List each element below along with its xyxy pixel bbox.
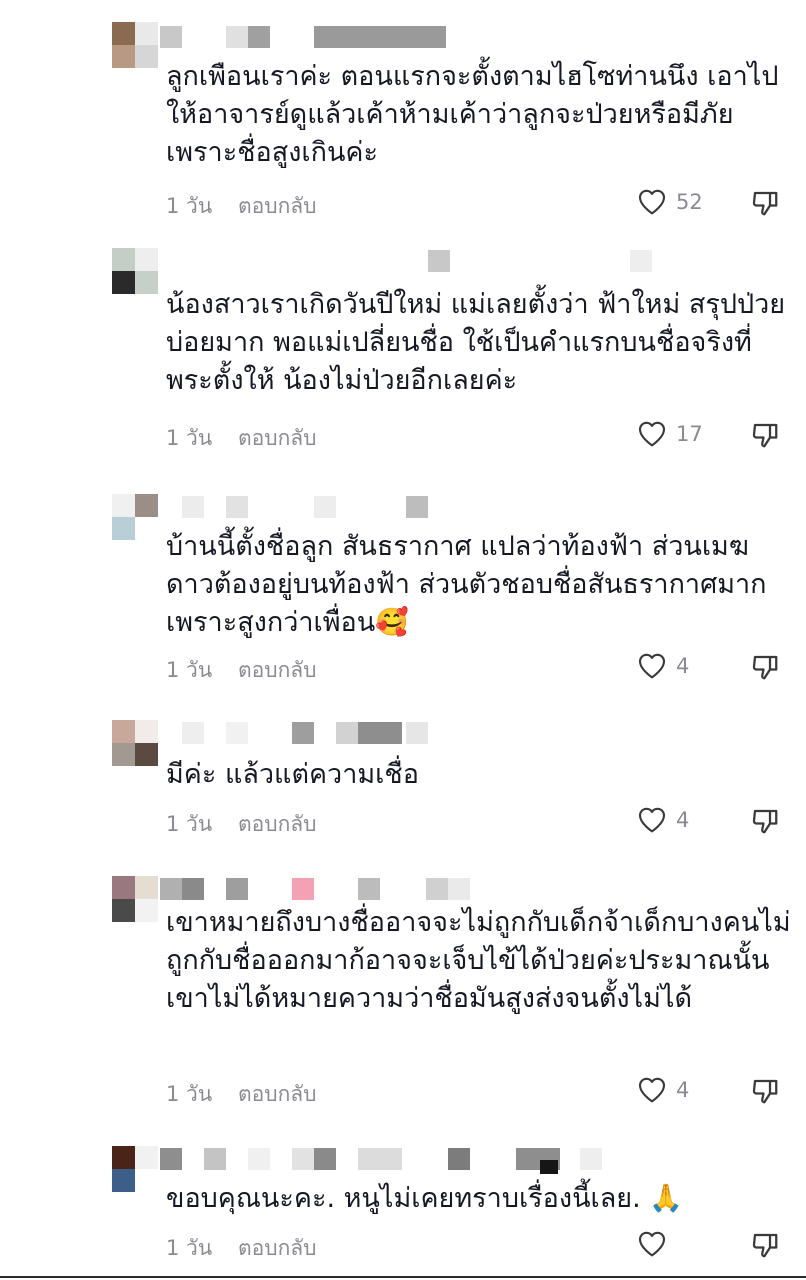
thumbs-down-outline-icon[interactable] — [750, 1230, 780, 1260]
avatar[interactable] — [112, 720, 158, 766]
like-count: 52 — [676, 190, 703, 214]
username-pixelated[interactable] — [160, 250, 680, 272]
comment-text: เขาหมายถึงบางชื่ออาจจะไม่ถูกกับเด็กจ้าเด… — [166, 907, 791, 1014]
username-pixelated[interactable] — [160, 1148, 620, 1174]
heart-outline-icon[interactable] — [636, 1228, 668, 1260]
comment-text: ลูกเพือนเราค่ะ ตอนแรกจะตั้งตามไฮโซท่านนึ… — [166, 61, 779, 168]
comment-time: 1 วัน — [166, 1082, 213, 1106]
like-count: 4 — [676, 654, 690, 678]
heart-outline-icon[interactable] — [636, 1074, 668, 1106]
thumbs-down-outline-icon[interactable] — [750, 188, 780, 218]
thumbs-down-outline-icon[interactable] — [750, 1076, 780, 1106]
bottom-divider — [0, 1276, 806, 1278]
comment-time: 1 วัน — [166, 426, 213, 450]
heart-outline-icon[interactable] — [636, 804, 668, 836]
thumbs-down-outline-icon[interactable] — [750, 806, 780, 836]
reply-button[interactable]: ตอบกลับ — [238, 1232, 317, 1265]
avatar[interactable] — [112, 494, 158, 540]
reply-button[interactable]: ตอบกลับ — [238, 808, 317, 841]
heart-outline-icon[interactable] — [636, 186, 668, 218]
comment-time: 1 วัน — [166, 1236, 213, 1260]
avatar[interactable] — [112, 876, 158, 922]
comment-text: ขอบคุณนะคะ. หนูไม่เคยทราบเรื่องนี้เลย. 🙏 — [166, 1183, 683, 1214]
like-count: 17 — [676, 422, 703, 446]
like-count: 4 — [676, 808, 690, 832]
comment-text: มีค่ะ แล้วแต่ความเชื่อ — [166, 759, 419, 790]
avatar[interactable] — [112, 1146, 158, 1192]
reply-button[interactable]: ตอบกลับ — [238, 654, 317, 687]
thumbs-down-outline-icon[interactable] — [750, 652, 780, 682]
avatar[interactable] — [112, 22, 158, 68]
reply-button[interactable]: ตอบกลับ — [238, 422, 317, 455]
reply-button[interactable]: ตอบกลับ — [238, 1078, 317, 1111]
username-pixelated[interactable] — [160, 26, 460, 48]
comment-time: 1 วัน — [166, 194, 213, 218]
heart-outline-icon[interactable] — [636, 418, 668, 450]
avatar[interactable] — [112, 248, 158, 294]
username-pixelated[interactable] — [160, 496, 440, 518]
username-pixelated[interactable] — [160, 878, 500, 900]
comment-text: น้องสาวเราเกิดวันปีใหม่ แม่เลยตั้งว่า ฟ้… — [166, 289, 786, 396]
username-pixelated[interactable] — [160, 722, 440, 744]
thumbs-down-outline-icon[interactable] — [750, 420, 780, 450]
comment-time: 1 วัน — [166, 812, 213, 836]
comment-time: 1 วัน — [166, 658, 213, 682]
like-count: 4 — [676, 1078, 690, 1102]
reply-button[interactable]: ตอบกลับ — [238, 190, 317, 223]
comment-text: บ้านนี้ตั้งชื่อลูก สันธรากาศ แปลว่าท้องฟ… — [166, 531, 767, 638]
heart-outline-icon[interactable] — [636, 650, 668, 682]
